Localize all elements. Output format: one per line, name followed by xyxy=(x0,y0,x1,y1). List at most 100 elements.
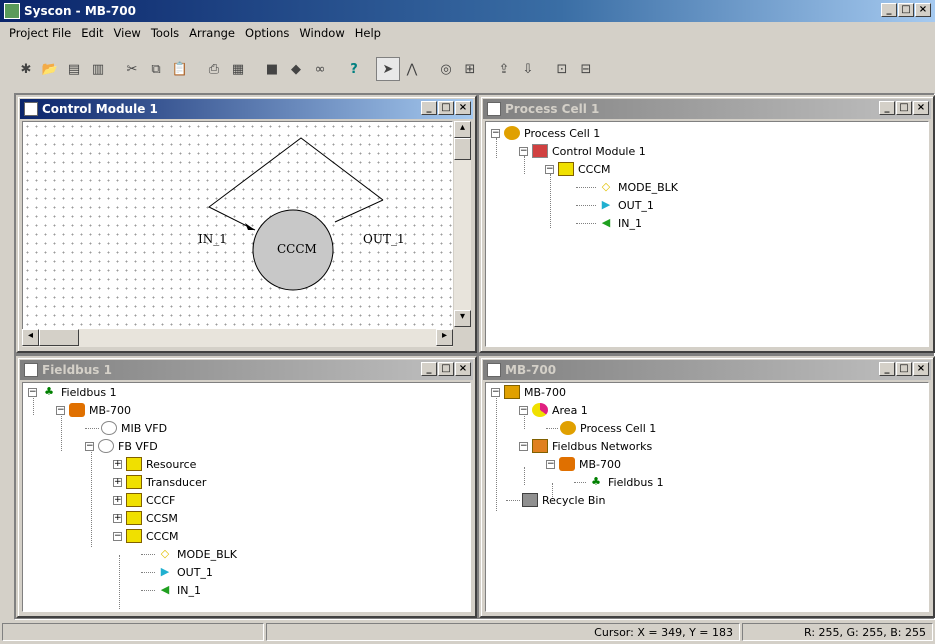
tree-node[interactable]: − FB VFD xyxy=(85,437,158,455)
export-icon[interactable]: ⇪ xyxy=(492,57,516,81)
diagram-canvas[interactable]: CCCM IN_1 OUT_1 xyxy=(22,121,453,331)
menu-tools[interactable]: Tools xyxy=(146,26,184,40)
horizontal-scrollbar[interactable]: ◂ ▸ xyxy=(22,329,453,347)
link-icon[interactable]: ◆ xyxy=(284,57,308,81)
close-button[interactable]: × xyxy=(455,362,471,376)
tree-node[interactable]: + Resource xyxy=(113,455,196,473)
abc-icon[interactable]: ◎ xyxy=(434,57,458,81)
tree-node[interactable]: Recycle Bin xyxy=(506,491,605,509)
window-title: Process Cell 1 xyxy=(505,102,600,116)
menu-arrange[interactable]: Arrange xyxy=(184,26,240,40)
process-cell-window[interactable]: Process Cell 1 _ □ × − Process Cell 1 − Co… xyxy=(479,95,935,353)
tree-node[interactable]: − CCCM xyxy=(545,160,611,178)
tree-node[interactable]: − ♣ Fieldbus 1 xyxy=(28,383,117,401)
cursor-position: Cursor: X = 349, Y = 183 xyxy=(266,623,740,641)
tree-node[interactable]: − MB-700 xyxy=(56,401,131,419)
project-tree[interactable]: − MB-700 − Area 1 Process Cell 1 − Fieldbus… xyxy=(485,382,929,612)
maximize-button[interactable]: □ xyxy=(438,101,454,115)
block-icon[interactable]: ■ xyxy=(260,57,284,81)
save-icon[interactable]: ▤ xyxy=(62,57,86,81)
window-icon xyxy=(24,363,38,377)
input-icon: ◀ xyxy=(160,583,170,596)
tool-a-icon[interactable]: ⊡ xyxy=(550,57,574,81)
output-icon: ▶ xyxy=(601,198,611,211)
menu-help[interactable]: Help xyxy=(350,26,386,40)
minimize-button[interactable]: _ xyxy=(879,101,895,115)
tree-node[interactable]: − Process Cell 1 xyxy=(491,124,600,142)
tree-node[interactable]: − MB-700 xyxy=(491,383,566,401)
tree-node[interactable]: MIB VFD xyxy=(85,419,167,437)
tool-b-icon[interactable]: ⊟ xyxy=(574,57,598,81)
tree-node[interactable]: ◀ IN_1 xyxy=(576,214,642,232)
minimize-button[interactable]: _ xyxy=(879,362,895,376)
paste-icon[interactable]: 📋 xyxy=(168,57,192,81)
import-icon[interactable]: ⇩ xyxy=(516,57,540,81)
minimize-button[interactable]: _ xyxy=(421,362,437,376)
networks-icon xyxy=(532,439,548,453)
tree-node[interactable]: ◀ IN_1 xyxy=(141,581,201,599)
tree-node[interactable]: ▶ OUT_1 xyxy=(576,196,654,214)
minimize-button[interactable]: _ xyxy=(421,101,437,115)
fieldbus-window[interactable]: Fieldbus 1 _ □ × − ♣ Fieldbus 1 − MB-700 MI… xyxy=(16,356,477,618)
color-readout: R: 255, G: 255, B: 255 xyxy=(742,623,933,641)
menu-project-file[interactable]: Project File xyxy=(4,26,76,40)
close-button[interactable]: × xyxy=(913,362,929,376)
window-title-bar[interactable]: MB-700 _ □ × xyxy=(483,360,931,380)
minimize-button[interactable]: _ xyxy=(881,3,897,17)
resource-icon xyxy=(126,457,142,471)
menu-window[interactable]: Window xyxy=(294,26,349,40)
menu-view[interactable]: View xyxy=(109,26,146,40)
close-button[interactable]: × xyxy=(913,101,929,115)
fieldbus-icon: ♣ xyxy=(591,475,601,488)
window-title-bar[interactable]: Control Module 1 _ □ × xyxy=(20,99,473,119)
block-icon xyxy=(126,529,142,543)
new-icon[interactable]: ✱ xyxy=(14,57,38,81)
tree-node[interactable]: ◇ MODE_BLK xyxy=(576,178,678,196)
window-title: Control Module 1 xyxy=(42,102,158,116)
copy-icon[interactable]: ⧉ xyxy=(144,57,168,81)
preview-icon[interactable]: ▦ xyxy=(226,57,250,81)
maximize-button[interactable]: □ xyxy=(896,362,912,376)
tree-node[interactable]: − CCCM xyxy=(113,527,179,545)
process-cell-tree[interactable]: − Process Cell 1 − Control Module 1 − CCCM … xyxy=(485,121,929,347)
menu-bar: Project File Edit View Tools Arrange Opt… xyxy=(0,22,935,44)
status-bar: Cursor: X = 349, Y = 183 R: 255, G: 255,… xyxy=(0,620,935,644)
tree-node[interactable]: ◇ MODE_BLK xyxy=(141,545,237,563)
tree-node[interactable]: + Transducer xyxy=(113,473,206,491)
glasses-icon[interactable]: ∞ xyxy=(308,57,332,81)
tag-icon[interactable]: ⊞ xyxy=(458,57,482,81)
close-button[interactable]: × xyxy=(915,3,931,17)
tree-node[interactable]: − Fieldbus Networks xyxy=(519,437,652,455)
help-icon[interactable]: ? xyxy=(342,57,366,81)
mb700-window[interactable]: MB-700 _ □ × − MB-700 − Area 1 Process Cel… xyxy=(479,356,935,618)
toolbar: ✱ 📂 ▤ ▥ ✂ ⧉ 📋 ⎙ ▦ ■ ◆ ∞ ? ➤ ⋀ ◎ ⊞ ⇪ ⇩ ⊡ … xyxy=(0,48,935,90)
tree-node[interactable]: − MB-700 xyxy=(546,455,621,473)
window-title: Fieldbus 1 xyxy=(42,363,112,377)
maximize-button[interactable]: □ xyxy=(438,362,454,376)
maximize-button[interactable]: □ xyxy=(898,3,914,17)
control-module-window[interactable]: Control Module 1 _ □ × CCCM IN_1 OUT_1 ▴… xyxy=(16,95,477,353)
print-icon[interactable]: ⎙ xyxy=(202,57,226,81)
tree-node[interactable]: + CCCF xyxy=(113,491,175,509)
vertical-scrollbar[interactable]: ▴ ▾ xyxy=(453,121,471,327)
process-cell-icon xyxy=(560,421,576,435)
pointer-icon[interactable]: ➤ xyxy=(376,57,400,81)
window-title-bar[interactable]: Process Cell 1 _ □ × xyxy=(483,99,931,119)
tree-node[interactable]: ▶ OUT_1 xyxy=(141,563,213,581)
window-title-bar[interactable]: Fieldbus 1 _ □ × xyxy=(20,360,473,380)
cut-icon[interactable]: ✂ xyxy=(120,57,144,81)
fieldbus-tree[interactable]: − ♣ Fieldbus 1 − MB-700 MIB VFD − FB VFD + Re… xyxy=(22,382,471,612)
menu-options[interactable]: Options xyxy=(240,26,294,40)
tree-node[interactable]: + CCSM xyxy=(113,509,178,527)
save-as-icon[interactable]: ▥ xyxy=(86,57,110,81)
app-title: Syscon - MB-700 xyxy=(24,4,136,18)
close-button[interactable]: × xyxy=(455,101,471,115)
menu-edit[interactable]: Edit xyxy=(76,26,108,40)
maximize-button[interactable]: □ xyxy=(896,101,912,115)
tree-node[interactable]: − Area 1 xyxy=(519,401,588,419)
tree-node[interactable]: − Control Module 1 xyxy=(519,142,646,160)
connect-icon[interactable]: ⋀ xyxy=(400,57,424,81)
open-icon[interactable]: 📂 xyxy=(38,57,62,81)
tree-node[interactable]: ♣ Fieldbus 1 xyxy=(574,473,664,491)
tree-node[interactable]: Process Cell 1 xyxy=(546,419,656,437)
